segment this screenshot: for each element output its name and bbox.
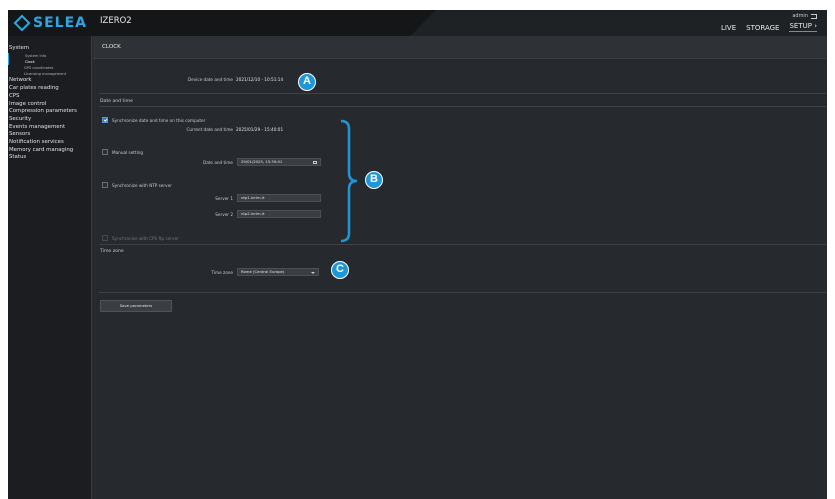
time-zone-label: Time zone xyxy=(211,270,233,275)
check-icon xyxy=(103,117,107,122)
sidebar-item-security[interactable]: Security xyxy=(8,116,91,124)
sidebar-item-compression[interactable]: Compression parameters xyxy=(8,108,91,116)
server1-input-value: ntp1.inrim.it xyxy=(241,195,265,200)
top-bar: SELEA IZERO2 admin LIVE STORAGE SETUP › xyxy=(8,10,827,36)
sidebar-item-status[interactable]: Status xyxy=(8,154,91,162)
time-zone-select-value: Rome (Central Europe) xyxy=(241,269,285,274)
nav-storage[interactable]: STORAGE xyxy=(746,24,779,32)
device-datetime-label: Device date and time xyxy=(187,77,233,82)
nav-live[interactable]: LIVE xyxy=(721,24,736,32)
cps-ftp-label: Synchronize with CPS ftp server xyxy=(112,235,179,241)
date-time-section-title: Date and time xyxy=(100,99,133,104)
sidebar-item-car-plates[interactable]: Car plates reading xyxy=(8,85,91,93)
sidebar-item-events[interactable]: Events management xyxy=(8,124,91,132)
calendar-icon[interactable] xyxy=(313,160,317,164)
bracket-b xyxy=(340,119,358,243)
time-zone-section-title: Time zone xyxy=(100,249,124,254)
date-time-input-value: 29/01/2025, 15:39:01 xyxy=(241,159,283,164)
nav-setup[interactable]: SETUP › xyxy=(789,22,817,32)
manual-setting-checkbox[interactable]: Manual setting xyxy=(102,149,143,155)
save-parameters-button[interactable]: Save parameters xyxy=(100,300,172,312)
server2-input-value: ntp2.inrim.it xyxy=(241,211,265,216)
divider xyxy=(99,292,827,293)
ntp-checkbox[interactable]: Synchronize with NTP server xyxy=(102,182,172,188)
sidebar-item-memory-card[interactable]: Memory card managing xyxy=(8,147,91,155)
logo-diamond-icon xyxy=(13,14,31,32)
server2-label: Server 2 xyxy=(215,212,233,217)
date-time-input[interactable]: 29/01/2025, 15:39:01 xyxy=(237,158,321,166)
app-window: SELEA IZERO2 admin LIVE STORAGE SETUP › … xyxy=(8,10,827,499)
manual-setting-label: Manual setting xyxy=(112,149,144,155)
device-datetime-value: 2021/12/10 - 10:51:14 xyxy=(236,77,284,82)
sidebar-item-sensors[interactable]: Sensors xyxy=(8,131,91,139)
checkbox-unchecked[interactable] xyxy=(102,182,108,188)
divider xyxy=(99,244,827,245)
date-time-label: Date and time xyxy=(202,160,233,165)
checkbox-unchecked[interactable] xyxy=(102,149,108,155)
sidebar-item-system[interactable]: System xyxy=(8,45,91,53)
cps-ftp-checkbox[interactable]: Synchronize with CPS ftp server xyxy=(102,235,179,241)
device-name: IZERO2 xyxy=(100,16,132,26)
divider xyxy=(99,106,827,107)
ntp-label: Synchronize with NTP server xyxy=(112,182,172,188)
checkbox-disabled[interactable] xyxy=(102,235,108,241)
server2-input[interactable]: ntp2.inrim.it xyxy=(237,210,321,218)
chevron-down-icon xyxy=(311,271,315,274)
page-header: CLOCK xyxy=(93,36,827,59)
server1-label: Server 1 xyxy=(215,196,233,201)
callout-b: B xyxy=(365,171,383,189)
sync-computer-checkbox[interactable]: Synchronize date and time on this comput… xyxy=(102,117,205,123)
server1-input[interactable]: ntp1.inrim.it xyxy=(237,194,321,202)
sidebar-item-image-control[interactable]: Image control xyxy=(8,101,91,109)
selea-logo: SELEA xyxy=(13,14,87,32)
sidebar-item-network[interactable]: Network xyxy=(8,77,91,85)
main-nav: LIVE STORAGE SETUP › xyxy=(721,10,817,36)
sidebar-item-cps[interactable]: CPS xyxy=(8,93,91,101)
current-datetime-label: Current date and time xyxy=(186,127,233,132)
callout-c: C xyxy=(331,261,349,279)
page-title: CLOCK xyxy=(102,44,121,50)
callout-a: A xyxy=(298,73,316,91)
main-panel: CLOCK Device date and time 2021/12/10 - … xyxy=(93,36,827,499)
sidebar-item-notifications[interactable]: Notification services xyxy=(8,139,91,147)
sync-computer-label: Synchronize date and time on this comput… xyxy=(112,117,206,123)
checkbox-checked[interactable] xyxy=(102,117,108,123)
time-zone-select[interactable]: Rome (Central Europe) xyxy=(237,268,319,276)
logo-text: SELEA xyxy=(33,15,87,31)
sidebar: System System info Clock GPS coordinates… xyxy=(8,36,92,499)
divider xyxy=(99,93,827,94)
current-datetime-value: 2025/01/29 - 15:40:01 xyxy=(236,127,284,132)
